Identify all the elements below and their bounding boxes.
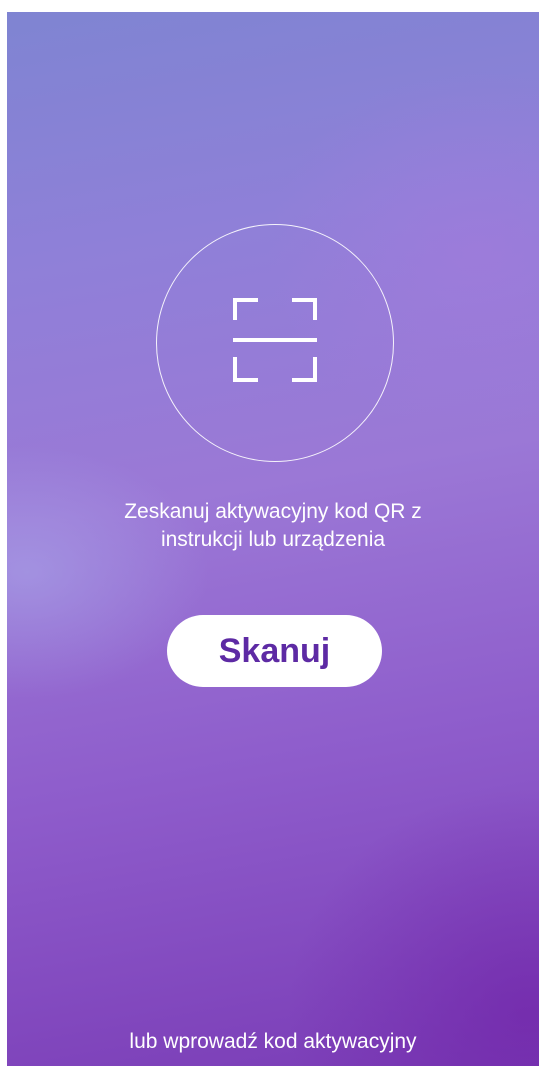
activation-screen: Zeskanuj aktywacyjny kod QR z instrukcji… [7, 12, 539, 1066]
instruction-line-1: Zeskanuj aktywacyjny kod QR z [124, 500, 422, 523]
enter-activation-code-link[interactable]: lub wprowadź kod aktywacyjny [47, 1028, 499, 1056]
instruction-line-2: instrukcji lub urządzenia [160, 528, 386, 551]
scan-button[interactable]: Skanuj [167, 615, 382, 687]
scan-instruction-text: Zeskanuj aktywacyjny kod QR z instrukcji… [67, 498, 479, 554]
qr-scan-frame-icon [233, 298, 317, 382]
